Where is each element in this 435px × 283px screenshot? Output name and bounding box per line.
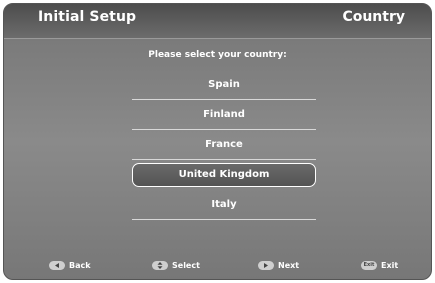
setup-dialog: Initial Setup Country Please select your…: [3, 3, 432, 280]
select-hint[interactable]: Select: [152, 259, 200, 271]
country-option-italy[interactable]: Italy: [132, 190, 316, 220]
country-label: United Kingdom: [178, 169, 270, 180]
country-label: France: [205, 139, 243, 150]
country-label: Finland: [203, 109, 245, 120]
footer-hints: Back Select Next Exit Exit: [4, 259, 431, 277]
exit-hint[interactable]: Exit Exit: [361, 259, 398, 271]
divider: [132, 219, 316, 220]
exit-key-icon: Exit: [361, 260, 377, 270]
right-arrow-key-icon: [258, 260, 274, 270]
divider: [132, 159, 316, 160]
country-option-united-kingdom[interactable]: United Kingdom: [132, 163, 316, 187]
country-label: Italy: [211, 199, 237, 210]
country-option-finland[interactable]: Finland: [132, 100, 316, 130]
country-option-france[interactable]: France: [132, 130, 316, 160]
up-down-key-icon: [152, 260, 168, 270]
back-hint[interactable]: Back: [49, 259, 91, 271]
next-hint[interactable]: Next: [258, 259, 299, 271]
select-label: Select: [172, 260, 200, 270]
section-title: Country: [342, 9, 405, 25]
country-option-spain[interactable]: Spain: [132, 70, 316, 100]
country-list: Spain Finland France United Kingdom Ital…: [132, 70, 316, 220]
header-bar: Initial Setup Country: [4, 4, 431, 39]
back-label: Back: [69, 260, 91, 270]
exit-key-text: Exit: [363, 261, 375, 268]
exit-label: Exit: [381, 260, 399, 270]
country-prompt: Please select your country:: [148, 50, 287, 60]
next-label: Next: [278, 260, 300, 270]
left-arrow-key-icon: [49, 260, 65, 270]
page-title: Initial Setup: [38, 9, 137, 25]
country-label: Spain: [208, 79, 240, 90]
